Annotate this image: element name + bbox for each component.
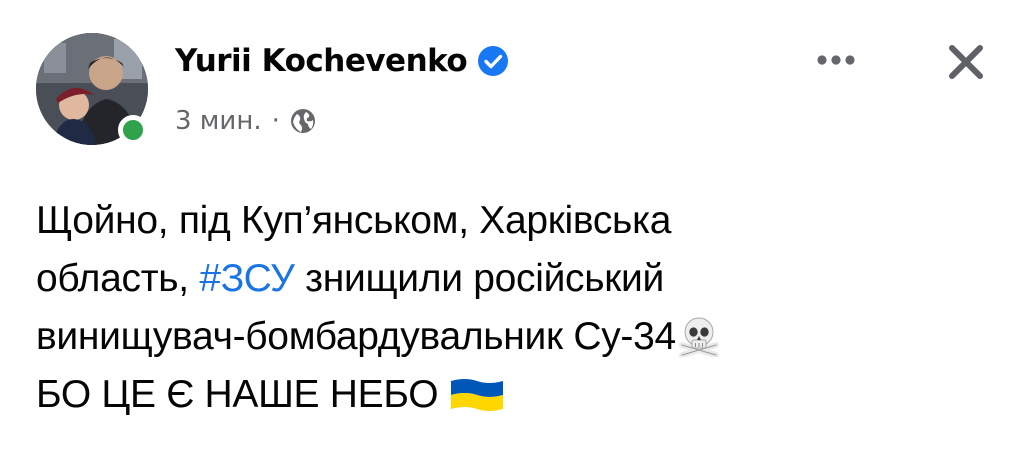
verified-badge-icon	[476, 44, 510, 78]
post-text-segment: область,	[36, 257, 200, 300]
post-text-line: Щойно, під Куп’янськом, Харківська	[36, 192, 996, 250]
post-text-line: винищувач-бомбардувальник Су-34	[36, 308, 996, 366]
close-icon	[949, 45, 983, 79]
post-text-segment: знищили російський	[294, 257, 665, 300]
close-button[interactable]	[940, 36, 992, 88]
post-timestamp[interactable]: 3 мин.	[175, 106, 262, 136]
post-meta: 3 мин. ·	[175, 99, 317, 143]
post-text-line: область, #ЗСУ знищили російський	[36, 250, 996, 308]
meta-separator: ·	[271, 106, 280, 136]
post-header: Yurii Kochevenko 3 мин. ·	[0, 0, 1024, 160]
author-name[interactable]: Yurii Kochevenko	[175, 43, 468, 79]
post-text: Щойно, під Куп’янськом, Харківська облас…	[36, 192, 996, 424]
post-text-line: БО ЦЕ Є НАШЕ НЕБО	[36, 366, 996, 424]
post-text-segment: винищувач-бомбардувальник Су-34	[36, 315, 676, 358]
post-text-segment: БО ЦЕ Є НАШЕ НЕБО	[36, 373, 449, 416]
avatar[interactable]	[36, 33, 148, 145]
author-row: Yurii Kochevenko	[175, 36, 510, 86]
more-options-icon	[817, 55, 855, 65]
hashtag-link[interactable]: #ЗСУ	[199, 257, 295, 300]
skull-crossbones-emoji	[676, 315, 722, 374]
ukraine-flag-emoji	[449, 374, 505, 432]
globe-icon[interactable]	[289, 107, 317, 135]
post-text-segment: Щойно, під Куп’янськом, Харківська	[36, 199, 672, 242]
online-status-indicator	[118, 115, 148, 145]
more-options-button[interactable]	[812, 40, 860, 80]
